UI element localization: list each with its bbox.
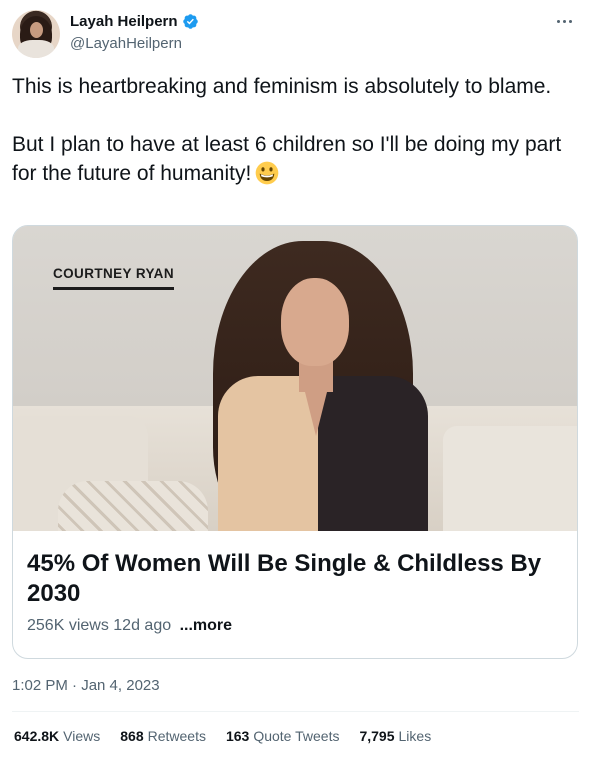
thumbnail-cushion-right bbox=[443, 426, 577, 531]
more-options-icon[interactable] bbox=[551, 8, 577, 34]
card-views: 256K views bbox=[27, 617, 109, 634]
stat-label: Quote Tweets bbox=[253, 728, 340, 744]
avatar[interactable] bbox=[12, 10, 60, 58]
stat-label: Likes bbox=[398, 728, 432, 744]
stat-value: 7,795 bbox=[359, 728, 395, 744]
grinning-emoji-icon bbox=[255, 161, 279, 185]
stat-value: 868 bbox=[120, 728, 144, 744]
card-body: 45% Of Women Will Be Single & Childless … bbox=[13, 531, 577, 635]
stat-quote-tweets[interactable]: 163 Quote Tweets bbox=[226, 728, 340, 744]
card-age: 12d ago bbox=[113, 617, 172, 634]
stat-value: 163 bbox=[225, 728, 250, 744]
thumbnail-person-face bbox=[281, 278, 349, 366]
stat-likes[interactable]: 7,795 Likes bbox=[359, 728, 431, 744]
author-name[interactable]: Layah Heilpern bbox=[70, 13, 178, 30]
tweet-timestamp[interactable]: 1:02 PM · Jan 4, 2023 bbox=[12, 677, 160, 694]
avatar-face bbox=[30, 22, 43, 38]
thumbnail-pillow bbox=[58, 481, 208, 531]
tweet-stats: 642.8K Views 868 Retweets 163 Quote Tweets … bbox=[14, 728, 431, 744]
stat-label: Retweets bbox=[147, 728, 206, 744]
more-dot bbox=[562, 19, 566, 23]
avatar-body bbox=[18, 40, 54, 58]
author-name-row[interactable]: Layah Heilpern bbox=[70, 13, 199, 30]
more-dot bbox=[556, 19, 560, 23]
video-card[interactable]: COURTNEY RYAN 45% Of Women Will Be Singl… bbox=[12, 225, 578, 659]
verified-badge-icon bbox=[182, 14, 198, 29]
video-caption: COURTNEY RYAN bbox=[53, 266, 174, 290]
card-title[interactable]: 45% Of Women Will Be Single & Childless … bbox=[27, 549, 563, 609]
card-meta: 256K views 12d ago ...more bbox=[27, 617, 563, 635]
stat-retweets[interactable]: 868 Retweets bbox=[120, 728, 206, 744]
stat-label: Views bbox=[63, 728, 101, 744]
stat-views[interactable]: 642.8K Views bbox=[14, 728, 100, 744]
tweet-text: This is heartbreaking and feminism is ab… bbox=[12, 75, 562, 185]
divider bbox=[12, 711, 579, 712]
author-handle[interactable]: @LayahHeilpern bbox=[70, 35, 182, 52]
video-thumbnail[interactable]: COURTNEY RYAN bbox=[13, 226, 577, 531]
thumbnail-person-cardigan-right bbox=[318, 376, 428, 531]
more-dot bbox=[568, 19, 572, 23]
stat-value: 642.8K bbox=[14, 728, 60, 744]
card-more-link[interactable]: ...more bbox=[180, 617, 232, 634]
tweet-text-block: This is heartbreaking and feminism is ab… bbox=[12, 72, 578, 188]
